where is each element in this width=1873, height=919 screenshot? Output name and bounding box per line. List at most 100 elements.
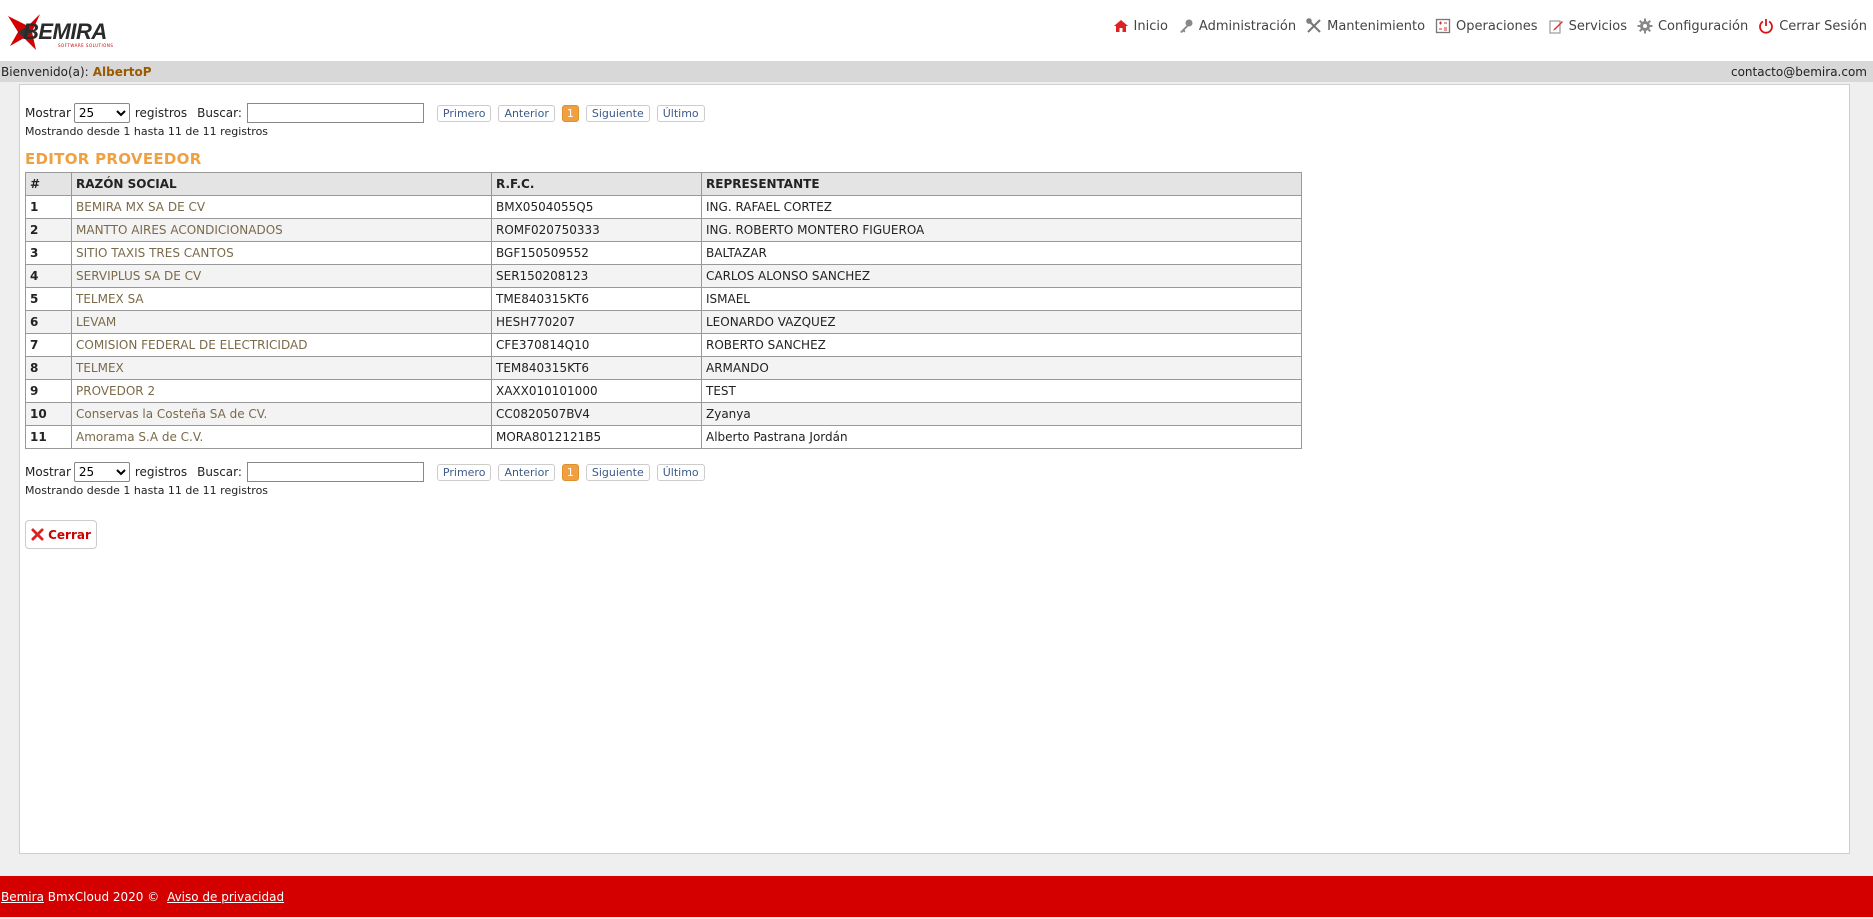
current-page-button[interactable]: 1 (561, 104, 579, 122)
table-controls-bottom: Mostrar 25 registros Buscar: Primero Ant… (25, 462, 712, 482)
next-page-button[interactable]: Siguiente (585, 463, 650, 481)
nav-cerrar-sesion[interactable]: Cerrar Sesión (1758, 18, 1867, 34)
representante-cell: BALTAZAR (701, 241, 1302, 265)
footer-brand-link[interactable]: Bemira (1, 890, 44, 904)
next-page-button[interactable]: Siguiente (585, 104, 650, 122)
razon-social-cell: MANTTO AIRES ACONDICIONADOS (71, 218, 492, 242)
nav-administracion[interactable]: Administración (1178, 18, 1296, 34)
col-header-razon-social[interactable]: RAZÓN SOCIAL (71, 172, 492, 196)
nav-servicios[interactable]: Servicios (1548, 18, 1627, 34)
provider-link[interactable]: SITIO TAXIS TRES CANTOS (76, 246, 234, 260)
logo-tagline: SOFTWARE SOLUTIONS (58, 43, 114, 48)
table-row: 2 MANTTO AIRES ACONDICIONADOS ROMF020750… (25, 218, 1302, 242)
records-info: Mostrando desde 1 hasta 11 de 11 registr… (25, 484, 269, 497)
rfc-cell: ROMF020750333 (491, 218, 702, 242)
row-number: 11 (25, 425, 72, 449)
last-page-button[interactable]: Último (656, 463, 705, 481)
providers-table: # RAZÓN SOCIAL R.F.C. REPRESENTANTE 1 BE… (25, 172, 1302, 449)
nav-label: Configuración (1657, 18, 1749, 34)
top-header: BEMIRA SOFTWARE SOLUTIONS Inicio Adminis… (0, 0, 1873, 61)
prev-page-button[interactable]: Anterior (498, 463, 555, 481)
nav-label: Inicio (1133, 18, 1168, 34)
main-nav: Inicio Administración Mantenimiento Oper… (1103, 18, 1867, 34)
razon-social-cell: COMISION FEDERAL DE ELECTRICIDAD (71, 333, 492, 357)
razon-social-cell: PROVEDOR 2 (71, 379, 492, 403)
row-number: 4 (25, 264, 72, 288)
provider-link[interactable]: Conservas la Costeña SA de CV. (76, 407, 267, 421)
records-label: registros (134, 465, 188, 479)
first-page-button[interactable]: Primero (436, 463, 492, 481)
row-number: 9 (25, 379, 72, 403)
provider-link[interactable]: Amorama S.A de C.V. (76, 430, 203, 444)
razon-social-cell: BEMIRA MX SA DE CV (71, 195, 492, 219)
col-header-number[interactable]: # (25, 172, 72, 196)
nav-label: Operaciones (1456, 18, 1538, 34)
show-label: Mostrar (25, 465, 71, 479)
pagination: Primero Anterior 1 Siguiente Último (436, 104, 712, 122)
home-icon (1113, 20, 1128, 32)
rfc-cell: MORA8012121B5 (491, 425, 702, 449)
table-controls-top: Mostrar 25 registros Buscar: Primero Ant… (25, 103, 712, 123)
nav-configuracion[interactable]: Configuración (1637, 18, 1748, 34)
table-row: 10 Conservas la Costeña SA de CV. CC0820… (25, 402, 1302, 426)
rfc-cell: TME840315KT6 (491, 287, 702, 311)
close-button-label: Cerrar (48, 527, 91, 542)
row-number: 8 (25, 356, 72, 380)
razon-social-cell: SERVIPLUS SA DE CV (71, 264, 492, 288)
page-size-select[interactable]: 25 (73, 462, 130, 482)
page-size-select[interactable]: 25 (73, 103, 130, 123)
rfc-cell: CC0820507BV4 (491, 402, 702, 426)
nav-label: Cerrar Sesión (1779, 18, 1867, 34)
rfc-cell: XAXX010101000 (491, 379, 702, 403)
nav-inicio[interactable]: Inicio (1113, 18, 1168, 34)
table-row: 6 LEVAM HESH770207 LEONARDO VAZQUEZ (25, 310, 1302, 334)
table-row: 11 Amorama S.A de C.V. MORA8012121B5 Alb… (25, 425, 1302, 449)
rfc-cell: SER150208123 (491, 264, 702, 288)
search-input[interactable] (246, 103, 424, 123)
row-number: 10 (25, 402, 72, 426)
provider-link[interactable]: SERVIPLUS SA DE CV (76, 269, 201, 283)
last-page-button[interactable]: Último (656, 104, 705, 122)
representante-cell: ISMAEL (701, 287, 1302, 311)
username: AlbertoP (92, 65, 152, 79)
rfc-cell: CFE370814Q10 (491, 333, 702, 357)
rfc-cell: BMX0504055Q5 (491, 195, 702, 219)
provider-link[interactable]: TELMEX (76, 361, 124, 375)
provider-link[interactable]: BEMIRA MX SA DE CV (76, 200, 205, 214)
prev-page-button[interactable]: Anterior (498, 104, 555, 122)
tools-icon (1306, 18, 1321, 33)
close-button[interactable]: Cerrar (25, 520, 97, 549)
table-row: 9 PROVEDOR 2 XAXX010101000 TEST (25, 379, 1302, 403)
first-page-button[interactable]: Primero (436, 104, 492, 122)
col-header-representante[interactable]: REPRESENTANTE (701, 172, 1302, 196)
nav-label: Servicios (1568, 18, 1627, 34)
row-number: 2 (25, 218, 72, 242)
provider-link[interactable]: COMISION FEDERAL DE ELECTRICIDAD (76, 338, 307, 352)
table-row: 4 SERVIPLUS SA DE CV SER150208123 CARLOS… (25, 264, 1302, 288)
provider-link[interactable]: MANTTO AIRES ACONDICIONADOS (76, 223, 283, 237)
razon-social-cell: Conservas la Costeña SA de CV. (71, 402, 492, 426)
rfc-cell: BGF150509552 (491, 241, 702, 265)
provider-link[interactable]: LEVAM (76, 315, 116, 329)
edit-icon (1548, 20, 1563, 34)
bemira-logo[interactable]: BEMIRA SOFTWARE SOLUTIONS (6, 10, 136, 52)
representante-cell: TEST (701, 379, 1302, 403)
nav-mantenimiento[interactable]: Mantenimiento (1306, 18, 1425, 34)
pagination: Primero Anterior 1 Siguiente Último (436, 463, 712, 481)
col-header-rfc[interactable]: R.F.C. (491, 172, 702, 196)
current-page-button[interactable]: 1 (561, 463, 579, 481)
nav-operaciones[interactable]: Operaciones (1435, 18, 1538, 34)
contact-email: contacto@bemira.com (1730, 65, 1867, 79)
provider-link[interactable]: TELMEX SA (76, 292, 144, 306)
provider-link[interactable]: PROVEDOR 2 (76, 384, 155, 398)
close-icon (31, 528, 44, 541)
privacy-link[interactable]: Aviso de privacidad (167, 890, 284, 904)
razon-social-cell: LEVAM (71, 310, 492, 334)
table-row: 5 TELMEX SA TME840315KT6 ISMAEL (25, 287, 1302, 311)
search-input[interactable] (246, 462, 424, 482)
page-title: EDITOR PROVEEDOR (25, 150, 202, 168)
representante-cell: ING. ROBERTO MONTERO FIGUEROA (701, 218, 1302, 242)
welcome-text: Bienvenido(a): AlbertoP (1, 65, 152, 79)
nav-label: Administración (1198, 18, 1297, 34)
representante-cell: Zyanya (701, 402, 1302, 426)
